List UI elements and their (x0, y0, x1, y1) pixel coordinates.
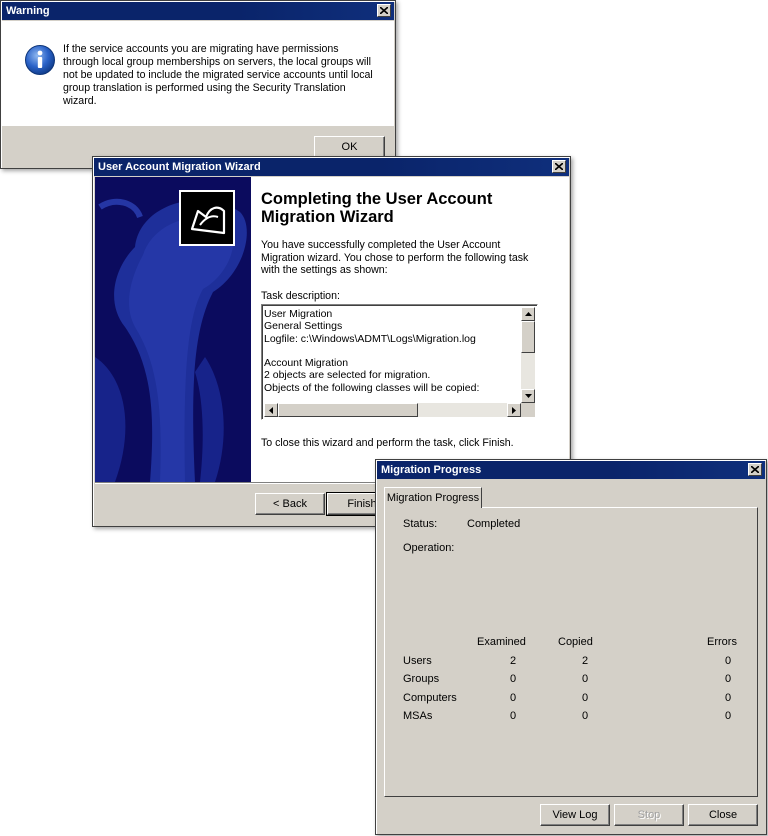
scrollbar-corner (521, 403, 535, 417)
users-errors: 0 (725, 655, 732, 667)
row-label-groups: Groups (403, 673, 440, 685)
progress-title-bar[interactable]: Migration Progress (377, 461, 765, 479)
ok-button-label: OK (341, 141, 358, 153)
scroll-left-button[interactable] (264, 403, 278, 417)
row-label-msas: MSAs (403, 710, 433, 722)
arrow-left-icon (269, 406, 273, 414)
scroll-up-button[interactable] (521, 307, 535, 321)
task-line: User Migration (264, 308, 333, 320)
close-label: Close (708, 809, 738, 821)
computers-errors: 0 (725, 692, 732, 704)
tab-panel: Status: Completed Operation: Examined Co… (384, 507, 758, 797)
task-line: 2 objects are selected for migration. (264, 369, 431, 382)
status-value: Completed (467, 518, 521, 530)
task-line: General Settings (264, 320, 343, 333)
column-header-examined: Examined (477, 636, 526, 648)
task-line: Objects of the following classes will be… (264, 381, 480, 394)
close-icon (380, 7, 388, 14)
scroll-down-button[interactable] (521, 389, 535, 403)
arrow-right-icon (512, 406, 516, 414)
close-icon (751, 466, 759, 473)
back-button-label: < Back (273, 498, 307, 510)
task-line: Account Migration (264, 357, 349, 370)
progress-dialog: Migration Progress Migration Progress St… (375, 459, 767, 835)
tab-migration-progress[interactable]: Migration Progress (384, 487, 482, 508)
task-lines: User Migration General Settings Logfile:… (264, 308, 520, 400)
wizard-close-instructions: To close this wizard and perform the tas… (261, 437, 514, 449)
operation-label: Operation: (403, 542, 455, 554)
arrow-down-icon (524, 394, 532, 398)
wizard-close-button[interactable] (552, 160, 566, 173)
wizard-intro: You have successfully completed the User… (261, 239, 529, 276)
wizard-heading: Completing the User Account Migration Wi… (261, 190, 493, 226)
vertical-scroll-thumb[interactable] (521, 321, 535, 353)
back-button[interactable]: < Back (255, 493, 325, 515)
warning-body: If the service accounts you are migratin… (2, 21, 394, 126)
wizard-banner (95, 177, 251, 482)
warning-title-bar[interactable]: Warning (2, 2, 394, 20)
users-examined: 2 (510, 655, 517, 667)
column-header-errors: Errors (707, 636, 737, 648)
scroll-right-button[interactable] (507, 403, 521, 417)
msas-copied: 0 (582, 710, 589, 722)
migration-arrow-icon (190, 206, 226, 235)
groups-copied: 0 (582, 673, 589, 685)
task-description-label: Task description: (261, 290, 340, 302)
horizontal-scroll-thumb[interactable] (278, 403, 418, 417)
msas-errors: 0 (725, 710, 732, 722)
wizard-content: Completing the User Account Migration Wi… (251, 177, 569, 482)
groups-examined: 0 (510, 673, 517, 685)
status-label: Status: (403, 518, 438, 530)
progress-close-x-button[interactable] (748, 463, 762, 476)
users-copied: 2 (582, 655, 589, 667)
groups-errors: 0 (725, 673, 732, 685)
wizard-title: User Account Migration Wizard (98, 161, 261, 173)
warning-message: If the service accounts you are migratin… (63, 43, 373, 107)
task-line: Logfile: c:\Windows\ADMT\Logs\Migration.… (264, 332, 476, 345)
close-button[interactable]: Close (688, 804, 758, 826)
warning-close-button[interactable] (377, 4, 391, 17)
task-description-box[interactable]: User Migration General Settings Logfile:… (261, 304, 538, 420)
view-log-button[interactable]: View Log (540, 804, 610, 826)
msas-examined: 0 (510, 710, 517, 722)
progress-title: Migration Progress (381, 464, 482, 476)
tab-label: Migration Progress (386, 492, 480, 504)
row-label-users: Users (403, 655, 432, 667)
task-line (264, 345, 520, 357)
finish-button-label: Finish (347, 498, 377, 510)
stop-label: Stop (637, 809, 661, 821)
warning-dialog: Warning If the service accounts you are … (0, 0, 396, 169)
computers-examined: 0 (510, 692, 517, 704)
arrow-up-icon (524, 312, 532, 316)
info-icon (25, 45, 55, 75)
wizard-title-bar[interactable]: User Account Migration Wizard (94, 158, 569, 176)
row-label-computers: Computers (403, 692, 457, 704)
computers-copied: 0 (582, 692, 589, 704)
warning-title: Warning (6, 5, 50, 17)
view-log-label: View Log (552, 809, 598, 821)
wizard-logo (179, 190, 235, 246)
stop-button[interactable]: Stop (614, 804, 684, 826)
column-header-copied: Copied (558, 636, 593, 648)
close-icon (555, 163, 563, 170)
ok-button[interactable]: OK (314, 136, 385, 158)
